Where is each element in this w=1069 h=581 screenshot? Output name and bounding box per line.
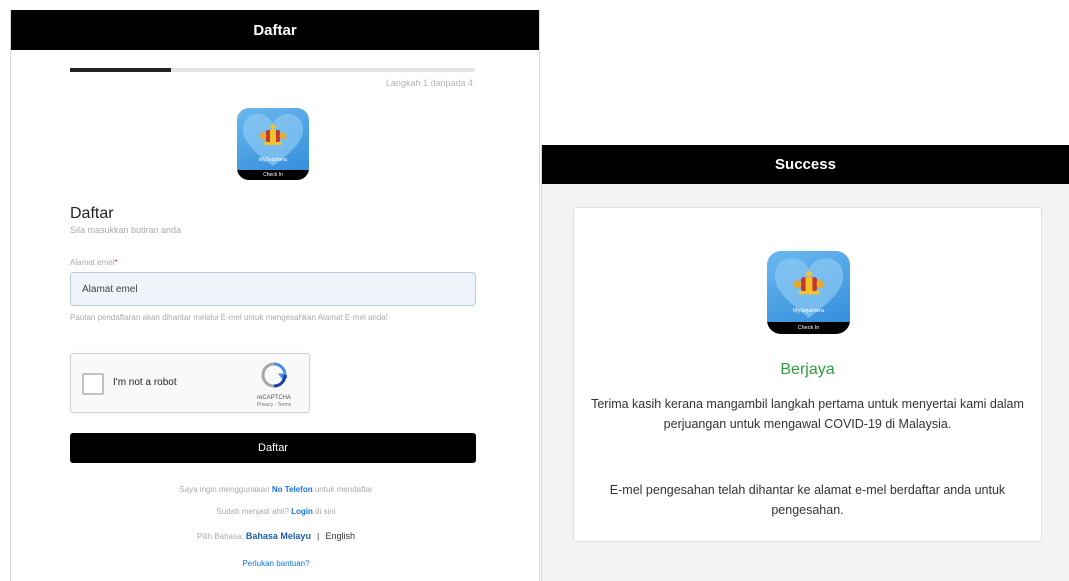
language-selector: Pilih Bahasa: Bahasa Melayu | English bbox=[11, 531, 539, 541]
success-card: MySejahtera Check In Berjaya Terima kasi… bbox=[573, 207, 1042, 542]
phone-register-line: Saya ingin menggunakan No Telefon untuk … bbox=[11, 485, 539, 494]
app-logo-strip: Check In bbox=[767, 322, 850, 334]
email-help-text: Pautan pendaftaran akan dihantar melalui… bbox=[70, 313, 388, 322]
verification-message: E-mel pengesahan telah dihantar ke alama… bbox=[609, 483, 1006, 517]
coat-of-arms-icon bbox=[259, 124, 287, 146]
register-header: Daftar bbox=[11, 10, 539, 50]
email-label-text: Alamat emel bbox=[70, 258, 115, 267]
success-header-title: Success bbox=[775, 156, 836, 173]
language-prefix: Pilih Bahasa: bbox=[196, 532, 244, 541]
app-logo: MySejahtera Check In bbox=[237, 108, 309, 180]
email-input[interactable] bbox=[70, 272, 476, 306]
app-logo-strip: Check In bbox=[237, 170, 309, 180]
register-submit-button[interactable]: Daftar bbox=[70, 433, 476, 463]
step-indicator: Langkah 1 daripada 4 bbox=[385, 78, 473, 88]
phone-line-prefix: Saya ingin menggunakan bbox=[179, 485, 270, 494]
required-mark: * bbox=[114, 258, 118, 267]
language-separator: | bbox=[317, 532, 320, 541]
email-label: Alamat emel* bbox=[70, 258, 118, 267]
login-link[interactable]: Login bbox=[291, 507, 313, 516]
form-title: Daftar bbox=[70, 205, 114, 222]
app-logo-brand: MySejahtera bbox=[258, 157, 288, 163]
login-line-suffix: di sini bbox=[315, 507, 336, 516]
form-subtitle: Sila masukkan butiran anda bbox=[70, 225, 182, 235]
progress-bar bbox=[70, 68, 475, 72]
coat-of-arms-icon bbox=[793, 269, 824, 294]
login-line: Sudah menjadi ahli? Login di sini bbox=[11, 507, 539, 516]
language-option-malay[interactable]: Bahasa Melayu bbox=[246, 531, 311, 541]
success-header: Success bbox=[542, 145, 1069, 184]
success-message: Terima kasih kerana mangambil langkah pe… bbox=[591, 397, 1024, 431]
success-title: Berjaya bbox=[780, 361, 835, 378]
recaptcha-brand: reCAPTCHA bbox=[256, 395, 291, 401]
help-link[interactable]: Perlukan bantuan? bbox=[242, 559, 309, 568]
success-panel: Success MySejahtera Check In Berjaya Ter… bbox=[541, 145, 1069, 581]
recaptcha-icon bbox=[261, 362, 289, 388]
progress-fill bbox=[70, 68, 172, 72]
recaptcha-label: I'm not a robot bbox=[113, 377, 177, 388]
recaptcha-checkbox[interactable] bbox=[82, 373, 104, 395]
help-line: Perlukan bantuan? bbox=[11, 559, 539, 568]
language-option-english[interactable]: English bbox=[325, 531, 355, 541]
recaptcha-links[interactable]: Privacy - Terms bbox=[249, 402, 299, 408]
recaptcha-logo: reCAPTCHA Privacy - Terms bbox=[249, 362, 299, 408]
app-logo-brand: MySejahtera bbox=[793, 308, 824, 314]
register-header-title: Daftar bbox=[253, 21, 297, 39]
app-logo: MySejahtera Check In bbox=[767, 251, 850, 334]
phone-register-link[interactable]: No Telefon bbox=[272, 485, 313, 494]
login-line-prefix: Sudah menjadi ahli? bbox=[216, 507, 289, 516]
recaptcha-widget: I'm not a robot reCAPTCHA Privacy - Term… bbox=[70, 353, 310, 413]
phone-line-suffix: untuk mendaftar bbox=[314, 485, 373, 494]
register-panel: Daftar Langkah 1 daripada 4 MySejahtera … bbox=[10, 10, 540, 581]
